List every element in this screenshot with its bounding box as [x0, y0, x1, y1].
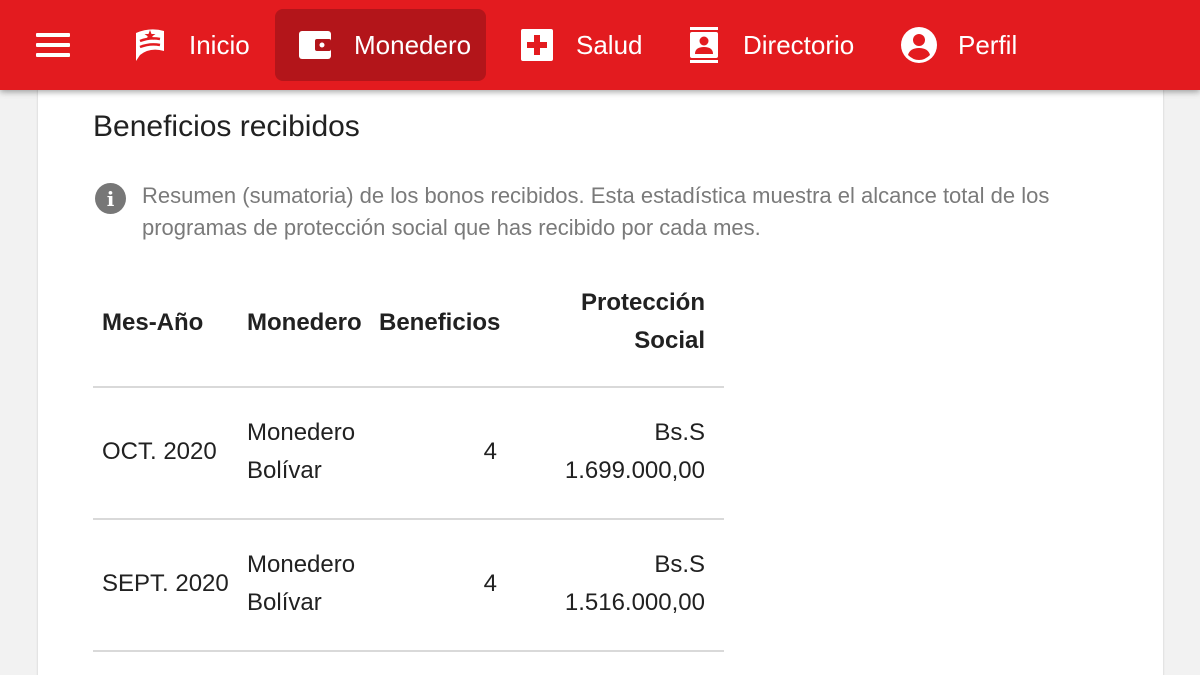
nav-item-label: Salud — [576, 29, 643, 60]
nav-item-perfil[interactable]: Perfil — [879, 9, 1037, 81]
cell-amount: Bs.S 1.516.000,00 — [565, 546, 705, 622]
cell-wallet-line-2: Bolívar — [247, 457, 322, 484]
info-text-line-2: programas de protección social que has r… — [142, 215, 761, 240]
flag-logo-icon — [130, 25, 170, 65]
top-navigation-bar: Inicio Monedero Salud Directorio Perfil — [0, 0, 1200, 90]
table-header-row: Mes-Año Monedero Beneficios Protección S… — [93, 280, 724, 388]
cell-benefits: 4 — [483, 438, 497, 465]
nav-item-monedero[interactable]: Monedero — [275, 9, 486, 81]
cell-amount: Bs.S 1.699.000,00 — [565, 414, 705, 490]
nav-item-directorio[interactable]: Directorio — [664, 9, 874, 81]
cell-amount-value: 1.516.000,00 — [564, 589, 705, 616]
column-header-social-line-1: Protección — [580, 289, 705, 316]
cell-benefits: 4 — [483, 570, 497, 597]
column-header-social-line-2: Social — [634, 327, 705, 354]
nav-item-label: Inicio — [189, 29, 250, 60]
table-row: OCT. 2020 Monedero Bolívar 4 Bs.S 1.699.… — [93, 386, 724, 518]
hamburger-menu-icon[interactable] — [36, 33, 70, 57]
column-header-social-protection: Protección Social — [581, 284, 705, 360]
cell-amount-value: 1.699.000,00 — [564, 457, 705, 484]
table-divider — [93, 650, 724, 652]
health-cross-icon — [517, 25, 557, 65]
column-header-month: Mes-Año — [102, 309, 204, 336]
cell-amount-currency: Bs.S — [654, 419, 705, 446]
info-text: Resumen (sumatoria) de los bonos recibid… — [142, 180, 1132, 244]
cell-wallet-line-1: Monedero — [247, 419, 356, 446]
cell-wallet-line-1: Monedero — [247, 551, 356, 578]
cell-wallet: Monedero Bolívar — [247, 546, 355, 622]
info-text-line-1: Resumen (sumatoria) de los bonos recibid… — [142, 183, 1050, 208]
column-header-wallet: Monedero — [247, 309, 362, 336]
nav-item-label: Perfil — [958, 29, 1018, 60]
wallet-icon — [295, 25, 335, 65]
nav-item-label: Directorio — [743, 29, 855, 60]
table-row: SEPT. 2020 Monedero Bolívar 4 Bs.S 1.516… — [93, 518, 724, 650]
column-header-benefits: Beneficios — [379, 309, 501, 336]
cell-month: OCT. 2020 — [102, 438, 217, 465]
nav-item-inicio[interactable]: Inicio — [110, 9, 270, 81]
nav-item-salud[interactable]: Salud — [497, 9, 663, 81]
cell-amount-currency: Bs.S — [654, 551, 705, 578]
cell-wallet-line-2: Bolívar — [247, 589, 322, 616]
cell-month: SEPT. 2020 — [102, 570, 229, 597]
info-icon: i — [95, 183, 126, 214]
user-circle-icon — [899, 25, 939, 65]
nav-item-label: Monedero — [354, 29, 472, 60]
section-title: Beneficios recibidos — [93, 110, 360, 143]
cell-wallet: Monedero Bolívar — [247, 414, 355, 490]
contacts-book-icon — [684, 25, 724, 65]
